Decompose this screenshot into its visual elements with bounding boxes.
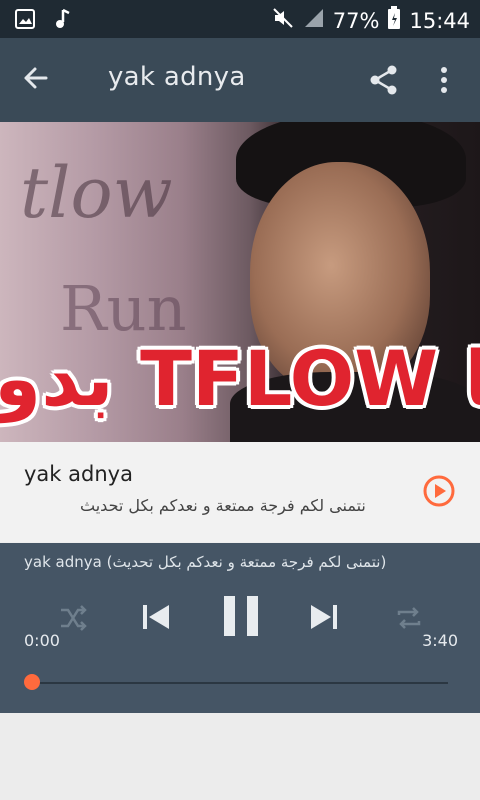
- image-icon: [14, 8, 36, 34]
- battery-text: 77%: [332, 8, 380, 33]
- seek-bar-track[interactable]: [32, 682, 448, 684]
- song-info-row[interactable]: yak adnya نتمنى لكم فرجة ممتعة و نعدكم ب…: [0, 442, 480, 542]
- signal-icon: [303, 7, 325, 34]
- artwork-script-text: tlow: [20, 152, 173, 234]
- song-description: نتمنى لكم فرجة ممتعة و نعدكم بكل تحديث: [80, 496, 366, 515]
- repeat-icon[interactable]: [394, 603, 424, 633]
- player-panel: yak adnya (نتمنى لكم فرجة ممتعة و نعدكم …: [0, 543, 480, 713]
- pause-icon[interactable]: [218, 593, 264, 639]
- total-time: 3:40: [422, 631, 458, 650]
- play-circle-icon[interactable]: [422, 474, 456, 508]
- previous-track-icon[interactable]: [138, 599, 174, 635]
- album-artwork: tlow Run بدو TFLOW با: [0, 122, 480, 442]
- now-playing-text: yak adnya (نتمنى لكم فرجة ممتعة و نعدكم …: [24, 553, 387, 571]
- app-toolbar: yak adnya: [0, 38, 480, 122]
- page-title: yak adnya: [108, 62, 246, 92]
- back-arrow-icon[interactable]: [18, 60, 58, 100]
- music-note-icon: [54, 8, 72, 34]
- share-icon[interactable]: [366, 62, 402, 98]
- mute-icon: [271, 6, 295, 35]
- clock: 15:44: [409, 8, 470, 33]
- song-title: yak adnya: [24, 462, 133, 486]
- artwork-overlay-text: بدو TFLOW با: [0, 334, 480, 423]
- more-vert-icon[interactable]: [432, 62, 456, 98]
- shuffle-icon[interactable]: [58, 603, 88, 633]
- status-bar: 77% 15:44: [0, 0, 480, 38]
- seek-bar-thumb[interactable]: [24, 674, 40, 690]
- current-time: 0:00: [24, 631, 60, 650]
- bottom-empty-area: [0, 713, 480, 800]
- battery-icon: [387, 6, 401, 35]
- next-track-icon[interactable]: [306, 599, 342, 635]
